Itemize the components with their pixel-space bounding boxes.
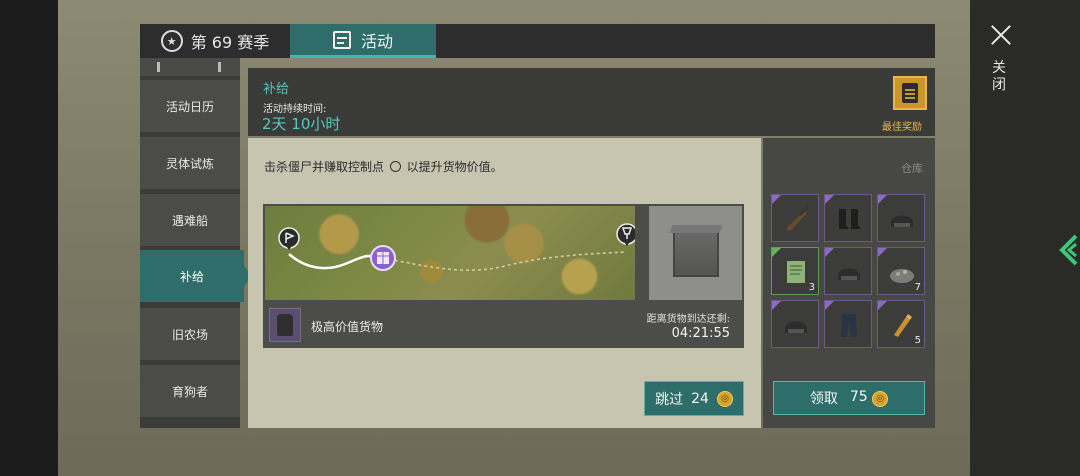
warehouse-panel: 仓库 3 7 5 领取 75 ◎	[763, 138, 935, 428]
sidebar-item-label: 育狗者	[171, 384, 208, 399]
season-badge-icon: ★	[160, 30, 183, 52]
sidebar-item-label: 灵体试炼	[165, 156, 214, 171]
ammo-icon	[894, 314, 912, 337]
coin-icon: ◎	[872, 391, 889, 407]
close-label[interactable]: 关闭	[992, 60, 1010, 94]
skip-button[interactable]: 跳过 24 ◎	[644, 381, 744, 416]
clipboard-icon	[902, 83, 918, 103]
description-text-before: 击杀僵尸并赚取控制点	[264, 160, 385, 174]
warehouse-slot[interactable]	[824, 300, 872, 348]
warehouse-slot[interactable]	[877, 194, 925, 242]
claim-label: 领取	[809, 391, 838, 407]
event-description: 击杀僵尸并赚取控制点 以提升货物价值。	[264, 158, 503, 175]
claim-cost: 75	[849, 389, 868, 405]
cargo-crate-preview	[649, 206, 742, 300]
helmet-icon	[891, 215, 913, 227]
sidebar-scroll-stub	[140, 58, 240, 76]
event-title: 补给	[263, 82, 290, 97]
warehouse-slot[interactable]	[824, 194, 872, 242]
warehouse-slot[interactable]: 3	[771, 247, 819, 295]
left-edge	[0, 0, 58, 476]
skip-cost: 24	[691, 390, 709, 407]
sidebar-item-spirit-trial[interactable]: 灵体试炼	[140, 137, 240, 189]
description-text-after: 以提升货物价值。	[406, 160, 503, 174]
pants-icon	[841, 314, 857, 337]
cargo-backpack-icon	[269, 308, 301, 342]
start-flag-icon	[278, 227, 300, 250]
gravel-icon	[890, 269, 914, 283]
warehouse-label: 仓库	[901, 162, 923, 175]
sidebar-item-shipwreck[interactable]: 遇难船	[140, 194, 240, 246]
route-map-overlay	[278, 223, 635, 271]
event-header: 补给 活动持续时间: 2天 10小时 最佳奖励	[248, 68, 935, 136]
close-icon[interactable]	[990, 24, 1012, 46]
slot-quantity: 3	[808, 282, 815, 293]
skip-label: 跳过	[655, 391, 684, 408]
sidebar-item-calendar[interactable]: 活动日历	[140, 80, 240, 132]
sidebar-item-label: 旧农场	[171, 327, 208, 342]
cargo-info-row: 极高价值货物 距离货物到达还剩: 04:21:55	[263, 302, 744, 348]
tab-season-label: 第 69 赛季	[190, 33, 270, 52]
chevron-left-icon[interactable]	[1056, 232, 1078, 268]
sidebar-item-dog-breeder[interactable]: 育狗者	[140, 365, 240, 417]
warehouse-slot[interactable]	[771, 194, 819, 242]
tab-season[interactable]: ★ 第 69 赛季	[140, 24, 290, 58]
coin-icon: ◎	[716, 390, 733, 407]
warehouse-slot[interactable]	[824, 247, 872, 295]
sidebar-item-label: 活动日历	[165, 99, 214, 114]
warehouse-slot[interactable]: 7	[877, 247, 925, 295]
arrival-label: 距离货物到达还剩:	[646, 314, 730, 325]
tab-activity-label: 活动	[360, 31, 393, 51]
cargo-label: 极高价值货物	[311, 320, 384, 334]
sidebar-item-supply[interactable]: 补给	[140, 250, 252, 302]
sidebar-item-label: 补给	[179, 269, 204, 284]
warehouse-slot[interactable]	[771, 300, 819, 348]
notebook-icon	[787, 261, 805, 283]
warehouse-slot[interactable]: 5	[877, 300, 925, 348]
sidebar-item-label: 遇难船	[171, 213, 208, 228]
best-reward-button[interactable]	[893, 76, 927, 110]
claim-button[interactable]: 领取 75 ◎	[773, 381, 925, 415]
sidebar-item-old-farm[interactable]: 旧农场	[140, 308, 240, 360]
warehouse-grid: 3 7 5	[771, 194, 927, 348]
main-panel: 击杀僵尸并赚取控制点 以提升货物价值。 极高价值货物 距离货物到达还剩: 04:…	[248, 138, 761, 428]
arrival-countdown: 04:21:55	[671, 326, 730, 341]
helmet-icon	[785, 321, 807, 333]
cargo-card: 极高价值货物 距离货物到达还剩: 04:21:55	[263, 204, 744, 348]
sidebar: 活动日历 灵体试炼 遇难船 补给 旧农场 育狗者	[140, 58, 252, 428]
top-tab-bar: ★ 第 69 赛季 活动	[140, 24, 935, 58]
destination-cup-icon	[616, 223, 635, 246]
control-point-icon	[389, 161, 401, 172]
slot-quantity: 5	[914, 335, 921, 346]
best-reward-label: 最佳奖励	[882, 122, 922, 133]
slot-quantity: 7	[914, 282, 921, 293]
rifle-icon	[786, 206, 809, 231]
cargo-marker-icon	[370, 245, 396, 271]
route-map	[265, 206, 635, 300]
boots-icon	[839, 209, 861, 229]
crate-icon	[672, 229, 719, 277]
calendar-icon	[332, 30, 351, 49]
tab-activity[interactable]: 活动	[290, 24, 436, 58]
duration-value: 2天 10小时	[262, 115, 341, 133]
helmet-icon	[838, 268, 860, 280]
